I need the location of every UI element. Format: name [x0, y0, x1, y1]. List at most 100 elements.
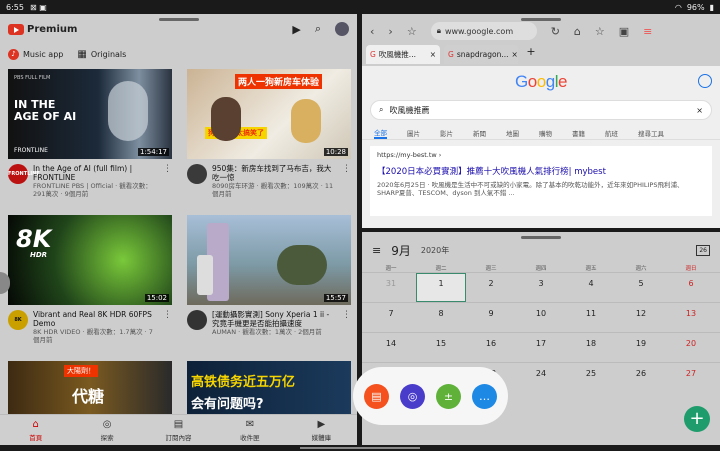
day-cell[interactable]: 11 [566, 303, 616, 332]
day-cell[interactable]: 20 [666, 333, 716, 362]
back-icon[interactable]: ‹ [370, 25, 374, 38]
bookmarks-icon[interactable]: ☆ [595, 25, 605, 38]
video-card[interactable]: 两人一狗新房车体验 狗狗反应太搞笑了 10:28 950集：新房车找到了马布吉，… [187, 69, 351, 198]
video-title[interactable]: 950集：新房车找到了马布吉，我大吃一惊 [212, 164, 337, 182]
notes-app-icon[interactable]: ▤ [364, 383, 389, 409]
search-tab-all[interactable]: 全部 [374, 127, 387, 139]
day-cell[interactable]: 24 [516, 363, 566, 392]
search-tools[interactable]: 搜尋工具 [638, 128, 664, 138]
channel-avatar[interactable] [187, 164, 207, 184]
channel-avatar[interactable] [187, 310, 207, 330]
google-search-box[interactable]: ⌕ 吹風機推薦 × [370, 100, 712, 120]
cast-video-icon[interactable]: ▶ [292, 23, 300, 36]
video-title[interactable]: Vibrant and Real 8K HDR 60FPS Demo [33, 310, 158, 328]
channel-avatar[interactable]: FRONTLINE [8, 164, 40, 184]
add-event-button[interactable]: + [684, 406, 710, 432]
more-vert-icon[interactable]: ⋮ [163, 164, 172, 198]
nav-explore[interactable]: ◎ 探索 [71, 415, 142, 445]
day-cell[interactable]: 19 [616, 333, 666, 362]
day-cell[interactable]: 4 [566, 273, 616, 302]
search-result[interactable]: https://my-best.tw › 【2020日本必買實測】推薦十大吹風機… [370, 146, 712, 216]
day-cell[interactable]: 27 [666, 363, 716, 392]
messages-app-icon[interactable]: … [472, 383, 497, 409]
clear-icon[interactable]: × [696, 106, 703, 115]
day-cell[interactable]: 25 [566, 363, 616, 392]
video-thumbnail[interactable]: 两人一狗新房车体验 狗狗反应太搞笑了 10:28 [187, 69, 351, 159]
day-cell[interactable]: 8 [416, 303, 466, 332]
day-cell[interactable]: 9 [466, 303, 516, 332]
bookmark-star-icon[interactable]: ☆ [407, 25, 417, 38]
search-icon[interactable]: ⌕ [315, 22, 321, 36]
menu-icon[interactable]: ≡ [372, 244, 381, 257]
day-cell[interactable]: 15 [416, 333, 466, 362]
search-tab-videos[interactable]: 影片 [440, 128, 453, 138]
day-cell[interactable]: 7 [366, 303, 416, 332]
avatar[interactable] [335, 22, 349, 36]
calculator-app-icon[interactable]: ± [436, 383, 461, 409]
nav-subscriptions[interactable]: ▤ 訂閱內容 [143, 415, 214, 445]
day-cell[interactable]: 18 [566, 333, 616, 362]
video-card[interactable]: 大陽劑！ 代糖 [8, 361, 172, 421]
video-title[interactable]: [運動攝影實測] Sony Xperia 1 ii - 究竟手機更是否能拍攝速度 [212, 310, 337, 328]
day-cell[interactable]: 16 [466, 333, 516, 362]
day-cell[interactable]: 14 [366, 333, 416, 362]
day-cell[interactable]: 10 [516, 303, 566, 332]
window-handle[interactable] [521, 236, 561, 239]
video-thumbnail[interactable]: 8K HDR 15:02 [8, 215, 172, 305]
day-cell[interactable]: 5 [616, 273, 666, 302]
video-card[interactable]: PBS FULL FILM IN THE AGE OF AI FRONTLINE… [8, 69, 172, 198]
chip-originals[interactable]: ▦ Originals [77, 49, 126, 60]
day-cell[interactable]: 31 [366, 273, 416, 302]
day-cell[interactable]: 2 [466, 273, 516, 302]
video-thumbnail[interactable]: PBS FULL FILM IN THE AGE OF AI FRONTLINE… [8, 69, 172, 159]
gesture-handle[interactable] [300, 447, 420, 449]
video-thumbnail[interactable]: 15:57 [187, 215, 351, 305]
nav-home[interactable]: ⌂ 首頁 [0, 415, 71, 445]
search-tab-maps[interactable]: 地圖 [506, 128, 519, 138]
address-bar[interactable]: 🔒︎ www.google.com [430, 22, 537, 40]
youtube-logo[interactable]: Premium [8, 23, 77, 35]
video-card[interactable]: 高铁债务近五万亿 会有问题吗? [187, 361, 351, 421]
video-card[interactable]: 8K HDR 15:02 8K Vibrant and Real 8K HDR … [8, 215, 172, 344]
day-cell[interactable]: 12 [616, 303, 666, 332]
more-vert-icon[interactable]: ⋮ [342, 164, 351, 198]
window-handle[interactable] [521, 18, 561, 21]
chip-music-app[interactable]: ♪ Music app [8, 48, 63, 60]
video-thumbnail[interactable]: 高铁债务近五万亿 会有问题吗? [187, 361, 351, 421]
menu-icon[interactable]: ≡ [643, 25, 652, 38]
search-tab-books[interactable]: 書籍 [572, 128, 585, 138]
forward-icon[interactable]: › [388, 25, 392, 38]
search-tab-shopping[interactable]: 購物 [539, 128, 552, 138]
day-cell[interactable]: 13 [666, 303, 716, 332]
result-title[interactable]: 【2020日本必買實測】推薦十大吹風機人氣排行榜| mybest [377, 165, 705, 177]
channel-avatar[interactable]: 8K [8, 310, 28, 330]
day-cell[interactable]: 3 [516, 273, 566, 302]
tab-item[interactable]: Gsnapdragon... × [444, 45, 518, 64]
day-cell[interactable]: 17 [516, 333, 566, 362]
month-title[interactable]: 9月 [391, 242, 411, 259]
day-cell[interactable]: 1 [416, 273, 466, 302]
samsung-internet-icon[interactable]: ◎ [400, 383, 425, 409]
reload-icon[interactable]: ↻ [551, 25, 560, 38]
nav-library[interactable]: ▶ 媒體庫 [286, 415, 357, 445]
day-cell[interactable]: 6 [666, 273, 716, 302]
google-logo[interactable]: Google [362, 72, 720, 92]
video-thumbnail[interactable]: 大陽劑！ 代糖 [8, 361, 172, 421]
search-tab-images[interactable]: 圖片 [407, 128, 420, 138]
search-tab-news[interactable]: 新聞 [473, 128, 486, 138]
video-card[interactable]: 15:57 [運動攝影實測] Sony Xperia 1 ii - 究竟手機更是… [187, 215, 351, 336]
day-cell[interactable]: 26 [616, 363, 666, 392]
search-tab-flights[interactable]: 航班 [605, 128, 618, 138]
tabs-icon[interactable]: ▣ [619, 25, 629, 38]
more-vert-icon[interactable]: ⋮ [342, 310, 351, 336]
home-icon[interactable]: ⌂ [574, 25, 581, 38]
close-icon[interactable]: × [512, 50, 518, 59]
account-icon[interactable] [698, 74, 712, 88]
today-calendar-icon[interactable]: 26 [696, 244, 710, 256]
video-title[interactable]: In the Age of AI (full film) | FRONTLINE [33, 164, 158, 182]
nav-inbox[interactable]: ✉ 收件匣 [214, 415, 285, 445]
new-tab-button[interactable]: + [522, 45, 540, 64]
close-icon[interactable]: × [430, 50, 436, 59]
more-vert-icon[interactable]: ⋮ [163, 310, 172, 344]
tab-item[interactable]: G 吹風機推... × [366, 45, 440, 64]
